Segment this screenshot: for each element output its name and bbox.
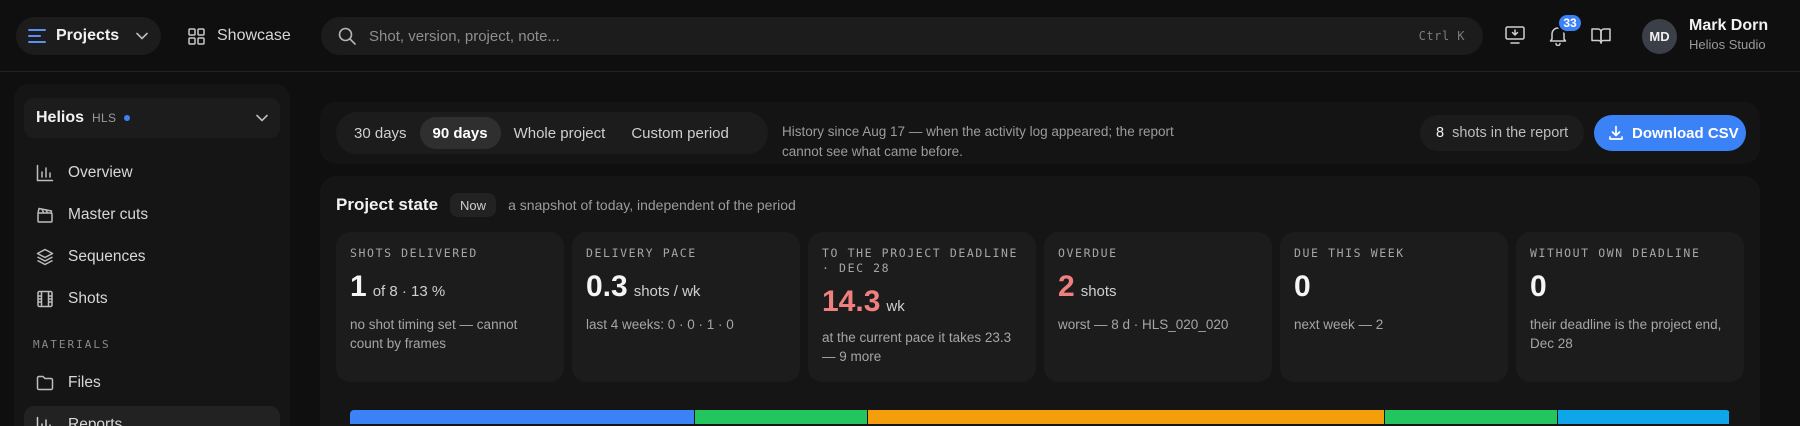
section-subtitle: a snapshot of today, independent of the … — [508, 197, 796, 213]
sidebar-item-label: Overview — [68, 164, 133, 181]
period-90-days[interactable]: 90 days — [419, 117, 501, 149]
metric-note: at the current pace it takes 23.3 — 9 mo… — [822, 330, 1012, 364]
sidebar-item-reports[interactable]: Reports — [24, 406, 280, 426]
metric-note: next week — 2 — [1294, 317, 1384, 332]
metric-label: Shots delivered — [350, 246, 478, 260]
search-icon — [338, 27, 356, 45]
chevron-down-icon — [136, 32, 148, 40]
projects-switcher[interactable]: Projects — [16, 17, 161, 55]
search-shortcut: Ctrl K — [1418, 29, 1465, 43]
period-selector: 30 days 90 days Whole project Custom per… — [336, 112, 1174, 159]
metric-note: their deadline is the project end, Dec 2… — [1530, 317, 1722, 351]
metric-label: To the project deadline · Dec 28 — [822, 246, 1019, 275]
bar-chart-icon — [36, 416, 54, 426]
sidebar-item-shots[interactable]: Shots — [24, 280, 280, 318]
grid-icon — [188, 27, 205, 45]
period-whole-project[interactable]: Whole project — [501, 117, 619, 149]
metric-overdue: Overdue 2 shots worst — 8 d · HLS_020_020 — [1044, 232, 1272, 382]
metric-deadline: To the project deadline · Dec 28 14.3 wk … — [808, 232, 1036, 382]
download-csv-label: Download CSV — [1632, 124, 1739, 142]
sidebar-item-overview[interactable]: Overview — [24, 154, 280, 192]
project-status-dot — [124, 115, 131, 121]
sidebar: Helios HLS Overview Master cuts Sequence… — [14, 84, 290, 426]
status-stripe-segment — [1557, 410, 1730, 424]
user-name: Mark Dorn — [1689, 17, 1769, 34]
showcase-link[interactable]: Showcase — [188, 17, 291, 55]
metric-shots-delivered: Shots delivered 1 of 8 · 13 % no shot tim… — [336, 232, 564, 382]
period-30-days[interactable]: 30 days — [341, 117, 420, 149]
showcase-label: Showcase — [217, 27, 291, 44]
materials-heading: MATERIALS — [33, 338, 111, 351]
sidebar-item-label: Sequences — [68, 248, 146, 265]
metric-delivery-pace: Delivery pace 0.3 shots / wk last 4 weeks… — [572, 232, 800, 382]
sidebar-item-master-cuts[interactable]: Master cuts — [24, 196, 280, 234]
shots-in-report-badge: 8 shots in the report — [1420, 115, 1585, 151]
project-code: HLS — [92, 111, 117, 125]
metric-value: 0 — [1530, 270, 1547, 303]
search-bar[interactable]: Shot, version, project, note... Ctrl K — [321, 17, 1483, 55]
metric-label: Due this week — [1294, 246, 1405, 260]
metric-value: 0.3 — [586, 270, 628, 303]
projects-label: Projects — [56, 27, 120, 44]
metric-value: 14.3 — [822, 285, 881, 318]
project-selector[interactable]: Helios HLS — [24, 98, 280, 138]
status-stripe-segment — [1385, 410, 1558, 424]
sidebar-item-label: Shots — [68, 290, 108, 307]
sidebar-item-label: Reports — [68, 416, 123, 426]
status-stripe-segment — [695, 410, 868, 424]
metric-unit: wk — [886, 298, 905, 315]
sidebar-item-files[interactable]: Files — [24, 364, 280, 402]
shots-count: 8 — [1436, 125, 1445, 141]
status-stripe-segment — [350, 410, 695, 424]
metric-label: Delivery pace — [586, 246, 697, 260]
metric-label: Overdue — [1058, 246, 1118, 260]
metric-unit: shots — [1080, 283, 1117, 300]
metric-note: no shot timing set — cannot count by fra… — [350, 317, 518, 351]
sidebar-item-label: Files — [68, 374, 101, 391]
metric-without-own-deadline: Without own deadline 0 their deadline is… — [1516, 232, 1744, 382]
metric-value: 2 — [1058, 270, 1075, 303]
project-name: Helios — [36, 109, 85, 126]
now-badge: Now — [450, 193, 497, 217]
metric-unit: shots / wk — [633, 283, 701, 300]
top-bar: Projects Showcase Shot, version, project… — [0, 0, 1800, 72]
project-state-panel: Project state Now a snapshot of today, i… — [320, 176, 1760, 426]
metric-value: 1 — [350, 270, 367, 303]
monitor-download-icon[interactable] — [1504, 24, 1528, 48]
notification-count-badge: 33 — [1557, 13, 1583, 33]
section-title: Project state — [336, 195, 439, 214]
period-history-note: History since Aug 17 — when the activity… — [782, 124, 1174, 159]
menu-icon — [28, 29, 46, 43]
download-csv-button[interactable]: Download CSV — [1594, 115, 1746, 151]
folder-icon — [36, 374, 54, 392]
chevron-down-icon — [256, 114, 268, 122]
shot-status-stripe — [350, 410, 1730, 424]
avatar[interactable]: MD — [1642, 19, 1677, 54]
clapperboard-icon — [36, 206, 54, 224]
metric-label: Without own deadline — [1530, 246, 1701, 260]
download-icon — [1608, 125, 1624, 141]
film-icon — [36, 290, 54, 308]
shots-label: shots in the report — [1452, 125, 1569, 141]
project-state-header: Project state Now a snapshot of today, i… — [336, 192, 796, 218]
period-bar: 30 days 90 days Whole project Custom per… — [320, 102, 1760, 164]
user-studio: Helios Studio — [1689, 37, 1766, 52]
metric-unit: of 8 · 13 % — [372, 283, 446, 300]
layers-icon — [36, 248, 54, 266]
sidebar-item-label: Master cuts — [68, 206, 149, 223]
metric-due-this-week: Due this week 0 next week — 2 — [1280, 232, 1508, 382]
status-stripe-segment — [867, 410, 1385, 424]
bar-chart-icon — [36, 164, 54, 182]
search-input[interactable]: Shot, version, project, note... — [369, 28, 1419, 45]
period-custom[interactable]: Custom period — [618, 117, 742, 149]
metric-note: last 4 weeks: 0 · 0 · 1 · 0 — [586, 317, 734, 332]
sidebar-item-sequences[interactable]: Sequences — [24, 238, 280, 276]
period-options: 30 days 90 days Whole project Custom per… — [336, 112, 768, 154]
book-icon[interactable] — [1590, 24, 1614, 48]
metric-value: 0 — [1294, 270, 1311, 303]
metric-note: worst — 8 d · HLS_020_020 — [1058, 317, 1229, 332]
